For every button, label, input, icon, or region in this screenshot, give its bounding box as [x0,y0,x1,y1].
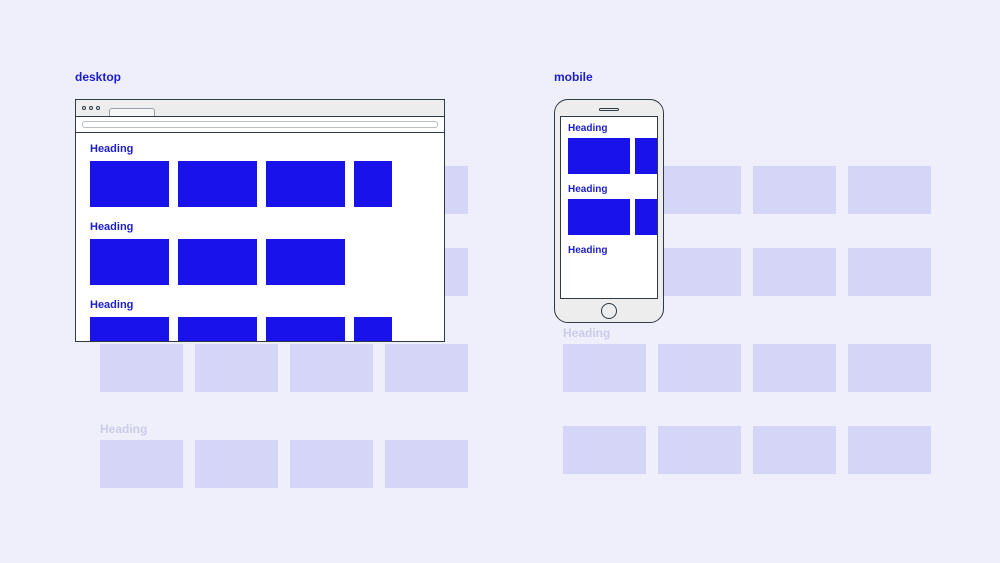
background-heading: Heading [563,326,610,340]
background-tile [848,248,931,296]
background-tile [658,248,741,296]
background-tile [100,440,183,488]
background-tile [848,426,931,474]
background-row: Heading [100,440,468,488]
background-tile [563,426,646,474]
background-heading: Heading [100,422,147,436]
background-tile [385,344,468,392]
window-control-dot [96,106,100,110]
background-tile [658,344,741,392]
content-tile [178,317,257,341]
url-field [82,121,438,128]
content-tile [568,199,630,235]
mobile-label: mobile [554,70,593,84]
content-tile [178,239,257,285]
browser-viewport: Heading Heading Heading [76,133,444,341]
background-tile [290,344,373,392]
content-tile [90,161,169,207]
background-row: Heading [100,344,468,392]
content-tile [635,138,657,174]
content-tile [354,161,392,207]
browser-tab [109,108,155,116]
background-tile [848,344,931,392]
content-tile [178,161,257,207]
window-control-dot [89,106,93,110]
content-tile [354,317,392,341]
content-tile [635,199,657,235]
browser-urlbar [76,117,444,133]
background-tile [753,344,836,392]
background-tile [753,426,836,474]
home-button-icon [601,303,617,319]
browser-titlebar [76,100,444,117]
content-tile [90,317,169,341]
browser-frame: Heading Heading Heading [75,99,445,342]
phone-frame: Heading Heading Heading [554,99,664,323]
section-heading: Heading [90,143,430,155]
content-tile [266,317,345,341]
content-tile [568,138,630,174]
tile-row [568,199,657,235]
tile-row [90,161,430,207]
window-control-dot [82,106,86,110]
section-heading: Heading [90,299,430,311]
section-heading: Heading [568,184,657,195]
section-heading: Heading [568,123,657,134]
background-tile [753,248,836,296]
desktop-label: desktop [75,70,121,84]
background-tile [290,440,373,488]
background-tile [658,166,741,214]
content-tile [266,239,345,285]
content-tile [90,239,169,285]
phone-speaker [599,108,619,111]
background-row: Heading [563,344,931,392]
background-tile [848,166,931,214]
section-heading: Heading [90,221,430,233]
content-tile [266,161,345,207]
phone-viewport: Heading Heading Heading [560,116,658,299]
background-row [563,426,931,474]
background-tile [385,440,468,488]
section-heading: Heading [568,245,657,256]
background-tile [753,166,836,214]
background-tile [100,344,183,392]
tile-row [90,239,430,285]
background-tile [563,344,646,392]
tile-row [568,138,657,174]
background-tile [195,344,278,392]
tile-row [90,317,430,341]
background-tile [658,426,741,474]
background-tile [195,440,278,488]
